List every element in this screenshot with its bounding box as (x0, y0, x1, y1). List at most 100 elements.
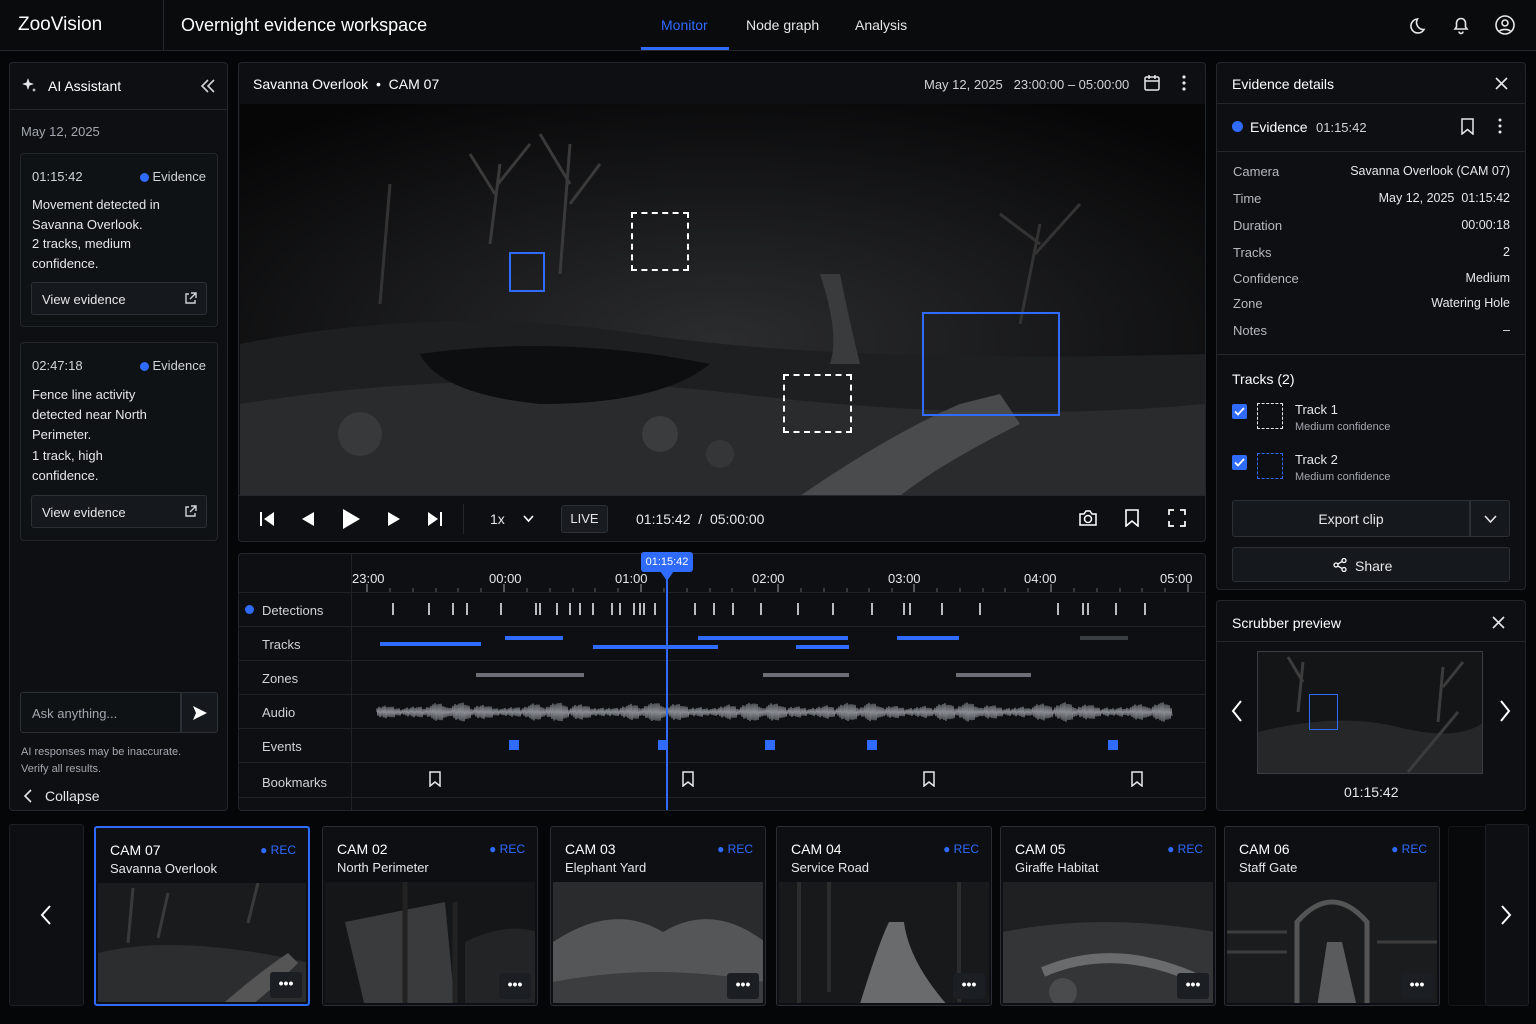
send-button[interactable] (181, 692, 218, 733)
user-icon[interactable] (1494, 14, 1516, 36)
evidence-tag: Evidence (139, 169, 206, 184)
collapse-chevrons-icon[interactable] (200, 79, 216, 93)
calendar-icon[interactable] (1143, 74, 1161, 92)
step-back-icon[interactable] (301, 512, 315, 526)
track-bounding-box[interactable] (783, 374, 852, 433)
track-bounding-box[interactable] (631, 212, 689, 271)
view-evidence-button[interactable]: View evidence (31, 495, 207, 528)
check-icon (1234, 407, 1245, 416)
track-name: Track 1 (1295, 402, 1338, 417)
speed-select[interactable]: 1x (490, 511, 505, 527)
card-time: 02:47:18 (32, 358, 83, 373)
chevron-right-icon[interactable] (1499, 700, 1511, 722)
divider (10, 109, 227, 110)
evidence-time: 01:15:42 (1316, 120, 1367, 135)
export-options-button[interactable] (1470, 500, 1510, 537)
external-link-icon (185, 292, 197, 304)
playhead-time-label: 01:15:42 (641, 552, 693, 572)
ai-date: May 12, 2025 (21, 124, 100, 139)
skip-start-icon[interactable] (259, 511, 275, 527)
bookmark-icon[interactable] (1461, 118, 1474, 135)
rec-badge: ● REC (1167, 842, 1203, 856)
zone-bars[interactable] (352, 661, 1205, 695)
timeline-row-detections: Detections (239, 592, 1205, 626)
skip-end-icon[interactable] (427, 511, 443, 527)
event-markers[interactable] (352, 729, 1205, 763)
camera-snapshot-icon[interactable] (1078, 509, 1098, 527)
camera-more-button[interactable]: ••• (499, 973, 531, 999)
camera-card-cam03[interactable]: CAM 03 Elephant Yard ● REC ••• (550, 826, 766, 1006)
scrubber-preview-panel: Scrubber preview 01:15:42 (1216, 600, 1526, 811)
bookmark-icon[interactable] (923, 771, 935, 787)
camera-card-cam07[interactable]: CAM 07 Savanna Overlook ● REC ••• (94, 826, 310, 1006)
workspace-title: Overnight evidence workspace (181, 15, 428, 35)
tab-analysis[interactable]: Analysis (855, 17, 907, 33)
tab-monitor[interactable]: Monitor (661, 17, 708, 33)
camera-card-cam04[interactable]: CAM 04 Service Road ● REC ••• (776, 826, 992, 1006)
play-icon[interactable] (341, 508, 361, 530)
scrubber-time: 01:15:42 (1344, 784, 1399, 800)
bookmark-icon[interactable] (1131, 771, 1143, 787)
track-confidence: Medium confidence (1295, 471, 1391, 483)
timeline-row-bookmarks: Bookmarks (239, 762, 1205, 798)
track-bounding-box[interactable] (509, 252, 545, 292)
playback-time: 01:15:42 / 05:00:00 (636, 511, 765, 527)
track-bars[interactable] (352, 627, 1205, 661)
active-tab-indicator (641, 47, 729, 50)
timeline-row-events: Events (239, 728, 1205, 762)
evidence-card: 02:47:18 Evidence Fence line activity det… (20, 342, 218, 541)
camera-card-cam05[interactable]: CAM 05 Giraffe Habitat ● REC ••• (1000, 826, 1216, 1006)
more-vertical-icon[interactable] (1497, 118, 1503, 134)
close-icon[interactable] (1492, 616, 1505, 629)
evidence-tag: Evidence (139, 358, 206, 373)
track-2-checkbox[interactable] (1232, 455, 1247, 470)
chevron-right-icon (1501, 905, 1512, 925)
video-frame[interactable] (240, 104, 1205, 496)
fullscreen-icon[interactable] (1168, 509, 1186, 527)
step-forward-icon[interactable] (387, 512, 401, 526)
video-title: Savanna Overlook • CAM 07 (253, 76, 440, 92)
evidence-dot-icon (1232, 121, 1243, 132)
chevron-left-icon[interactable] (1231, 700, 1243, 722)
ask-input[interactable]: Ask anything... (20, 692, 181, 733)
playhead[interactable] (666, 554, 668, 810)
camera-card-cam02[interactable]: CAM 02 North Perimeter ● REC ••• (322, 826, 538, 1006)
close-icon[interactable] (1495, 77, 1508, 90)
evidence-label: Evidence (1250, 119, 1308, 135)
moon-icon[interactable] (1409, 14, 1431, 36)
camera-card-cam06[interactable]: CAM 06 Staff Gate ● REC ••• (1224, 826, 1440, 1006)
chevron-left-icon[interactable] (23, 789, 33, 803)
track-1-checkbox[interactable] (1232, 404, 1247, 419)
more-vertical-icon[interactable] (1180, 74, 1188, 92)
chevron-left-icon (40, 905, 51, 925)
camera-more-button[interactable]: ••• (953, 973, 985, 999)
camera-more-button[interactable]: ••• (1401, 973, 1433, 999)
export-clip-button[interactable]: Export clip (1232, 500, 1470, 537)
brand-name: ZooVision (18, 14, 103, 35)
share-button[interactable]: Share (1232, 547, 1510, 582)
send-icon (193, 706, 207, 720)
track-bounding-box[interactable] (922, 312, 1060, 416)
camera-more-button[interactable]: ••• (727, 973, 759, 999)
view-evidence-button[interactable]: View evidence (31, 282, 207, 315)
audio-waveform[interactable] (352, 695, 1205, 729)
detection-marks[interactable] (352, 593, 1205, 627)
evidence-dot-icon (139, 362, 149, 372)
bookmark-icon[interactable] (682, 771, 694, 787)
playhead-handle-icon[interactable] (660, 571, 674, 581)
rec-badge: ● REC (1391, 842, 1427, 856)
scrubber-thumbnail[interactable] (1257, 651, 1483, 774)
strip-next-button[interactable] (1485, 824, 1529, 1006)
time-ruler[interactable]: 23:00 00:00 01:00 02:00 03:00 04:00 05:0… (352, 554, 1205, 592)
camera-card-partial[interactable] (1448, 826, 1488, 1006)
bell-icon[interactable] (1450, 14, 1472, 36)
bookmark-icon[interactable] (1125, 509, 1139, 527)
collapse-button[interactable]: Collapse (45, 788, 99, 804)
bookmark-icon[interactable] (429, 771, 441, 787)
camera-more-button[interactable]: ••• (270, 972, 302, 998)
live-button[interactable]: LIVE (561, 505, 608, 533)
chevron-down-icon[interactable] (523, 515, 534, 523)
camera-more-button[interactable]: ••• (1177, 973, 1209, 999)
tab-node-graph[interactable]: Node graph (746, 17, 819, 33)
strip-prev-button[interactable] (9, 824, 84, 1006)
